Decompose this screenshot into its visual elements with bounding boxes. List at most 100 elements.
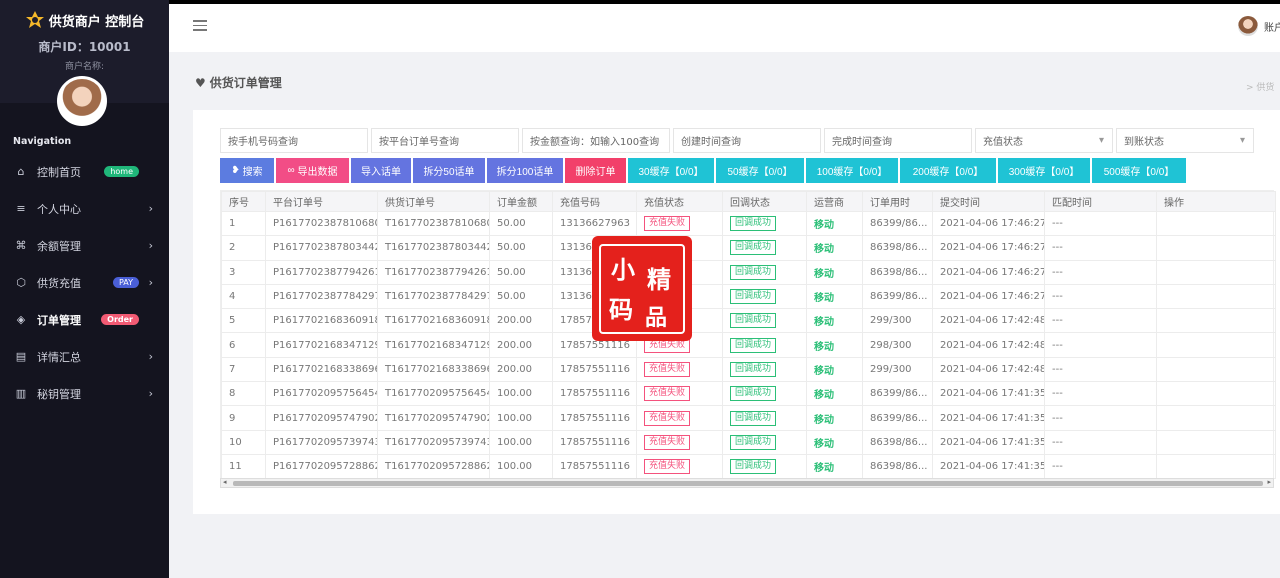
sidebar-item-summary[interactable]: ▤ 详情汇总 › bbox=[0, 338, 169, 375]
column-header: 订单金额 bbox=[489, 191, 553, 212]
finished-time-input[interactable]: 完成时间查询 bbox=[824, 128, 972, 153]
user-menu[interactable]: 账户 bbox=[1238, 16, 1280, 36]
breadcrumb[interactable]: > 供货 bbox=[1246, 80, 1280, 93]
table-cell[interactable] bbox=[1156, 308, 1276, 334]
table-cell[interactable] bbox=[1156, 235, 1276, 261]
search-button[interactable]: ❥ 搜索 bbox=[220, 158, 274, 183]
table-cell[interactable] bbox=[1156, 332, 1276, 358]
delete-order-button[interactable]: 删除订单 bbox=[565, 158, 626, 183]
table-cell[interactable] bbox=[1156, 283, 1276, 310]
table-cell: 50.00 bbox=[489, 210, 553, 237]
split-50-button[interactable]: 拆分50话单 bbox=[413, 158, 485, 183]
stock-500-button[interactable]: 500缓存【0/0】 bbox=[1092, 158, 1186, 183]
sidebar-item-keys[interactable]: ▥ 秘钥管理 › bbox=[0, 375, 169, 412]
table-cell[interactable] bbox=[1156, 453, 1276, 480]
table-row[interactable]: 9 P1617702095747902 T1617702095747902 100.0… bbox=[221, 405, 1276, 431]
carrier-label: 移动 bbox=[814, 293, 834, 305]
scroll-right-icon[interactable]: ▸ bbox=[1267, 478, 1271, 486]
sidebar-nav: ⌂ 控制首页 home ≡ 个人中心 › ⌘ 余额管理 › ⬡ 供货充值 PAY… bbox=[0, 153, 169, 412]
avatar[interactable] bbox=[57, 76, 107, 126]
brand-title: 供货商户 控制台 bbox=[48, 14, 145, 30]
recharge-status-tag: 充值失败 bbox=[644, 459, 691, 475]
hamburger-menu-icon[interactable] bbox=[193, 20, 207, 32]
table-cell: --- bbox=[1044, 332, 1157, 358]
table-row[interactable]: 8 P1617702095756454 T1617702095756454 100.0… bbox=[221, 381, 1276, 407]
table-cell: 17857551116 bbox=[552, 453, 637, 480]
sidebar-item-profile[interactable]: ≡ 个人中心 › bbox=[0, 190, 169, 227]
stock-30-button[interactable]: 30缓存【0/0】 bbox=[628, 158, 714, 183]
horizontal-scrollbar[interactable]: ◂ ▸ bbox=[220, 478, 1274, 488]
stock-300-button[interactable]: 300缓存【0/0】 bbox=[998, 158, 1090, 183]
table-row[interactable]: 11 P1617702095728862 T1617702095728862 100.… bbox=[221, 453, 1276, 480]
book-icon: ▤ bbox=[15, 350, 27, 363]
callback-status-tag: 回调成功 bbox=[730, 410, 777, 426]
platform-order-search-input[interactable]: 按平台订单号查询 bbox=[371, 128, 519, 153]
table-cell: 100.00 bbox=[489, 429, 553, 455]
table-cell[interactable] bbox=[1156, 210, 1276, 237]
callback-status-tag: 回调成功 bbox=[730, 289, 777, 305]
table-cell: 299/300 bbox=[862, 308, 933, 334]
amount-search-input[interactable]: 按金额查询：如输入100查询 bbox=[522, 128, 670, 153]
table-cell[interactable] bbox=[1156, 405, 1276, 431]
sidebar-item-orders[interactable]: ◈ 订单管理 Order bbox=[0, 301, 169, 338]
table-cell: --- bbox=[1044, 283, 1157, 310]
sidebar-item-balance[interactable]: ⌘ 余额管理 › bbox=[0, 227, 169, 264]
table-cell: P1617702095756454 bbox=[265, 381, 378, 407]
table-row[interactable]: 5 P1617702168360918 T1617702168360918 200.0… bbox=[221, 308, 1276, 334]
table-row[interactable]: 6 P1617702168347129 T1617702168347129 200.0… bbox=[221, 332, 1276, 358]
sidebar-item-label: 个人中心 bbox=[37, 202, 81, 216]
table-row[interactable]: 7 P1617702168338696 T1617702168338696 200.0… bbox=[221, 356, 1276, 383]
sidebar-item-home[interactable]: ⌂ 控制首页 home bbox=[0, 153, 169, 190]
table-cell: 200.00 bbox=[489, 332, 553, 358]
brand[interactable]: 供货商户 控制台 bbox=[0, 10, 169, 30]
scrollbar-thumb[interactable] bbox=[233, 481, 1263, 486]
topbar: 账户 bbox=[169, 4, 1280, 52]
recharge-status-tag: 充值失败 bbox=[644, 386, 691, 402]
table-cell: --- bbox=[1044, 356, 1157, 383]
orders-table: 序号 平台订单号 供货订单号 订单金额 充值号码 充值状态 回调状态 运营商 订… bbox=[221, 191, 1276, 480]
split-100-button[interactable]: 拆分100话单 bbox=[487, 158, 563, 183]
table-cell: 17857551116 bbox=[552, 405, 637, 431]
table-cell: 86399/86... bbox=[862, 405, 933, 431]
stock-50-button[interactable]: 50缓存【0/0】 bbox=[716, 158, 804, 183]
table-cell: 回调成功 bbox=[722, 332, 807, 358]
action-bar: ❥ 搜索 ∞ 导出数据 导入话单 拆分50话单 拆分100话单 删除订单 30缓… bbox=[220, 158, 1186, 183]
table-row[interactable]: 2 P1617702387803442 T1617702387803442 50.00… bbox=[221, 235, 1276, 261]
table-row[interactable]: 4 P1617702387784297 T1617702387784297 50.00… bbox=[221, 283, 1276, 310]
export-button[interactable]: ∞ 导出数据 bbox=[276, 158, 349, 183]
table-cell[interactable] bbox=[1156, 356, 1276, 383]
table-cell: 86398/86... bbox=[862, 235, 933, 261]
table-cell: 13136627963 bbox=[552, 210, 637, 237]
recharge-status-select[interactable]: 充值状态 bbox=[975, 128, 1113, 153]
phone-search-input[interactable]: 按手机号码查询 bbox=[220, 128, 368, 153]
stock-200-button[interactable]: 200缓存【0/0】 bbox=[900, 158, 996, 183]
stock-100-button[interactable]: 100缓存【0/0】 bbox=[806, 158, 898, 183]
account-status-select[interactable]: 到账状态 bbox=[1116, 128, 1254, 153]
column-header: 充值号码 bbox=[552, 191, 637, 212]
nav-heading: Navigation bbox=[13, 136, 72, 147]
table-cell: 5 bbox=[221, 308, 266, 334]
sidebar-item-label: 详情汇总 bbox=[37, 350, 81, 364]
column-header: 回调状态 bbox=[722, 191, 807, 212]
table-row[interactable]: 1 P1617702387810680 T1617702387810680 50.00… bbox=[221, 210, 1276, 237]
table-cell[interactable] bbox=[1156, 429, 1276, 455]
table-cell[interactable] bbox=[1156, 259, 1276, 285]
table-cell: T1617702387794261 bbox=[377, 259, 490, 285]
import-button[interactable]: 导入话单 bbox=[351, 158, 411, 183]
created-time-input[interactable]: 创建时间查询 bbox=[673, 128, 821, 153]
table-cell: 移动 bbox=[806, 453, 863, 480]
table-row[interactable]: 10 P1617702095739743 T1617702095739743 100.… bbox=[221, 429, 1276, 455]
filter-bar: 按手机号码查询 按平台订单号查询 按金额查询：如输入100查询 创建时间查询 完… bbox=[220, 128, 1254, 153]
recharge-status-tag: 充值失败 bbox=[644, 410, 691, 426]
table-row[interactable]: 3 P1617702387794261 T1617702387794261 50.00… bbox=[221, 259, 1276, 285]
table-cell[interactable] bbox=[1156, 381, 1276, 407]
table-body: 1 P1617702387810680 T1617702387810680 50.00… bbox=[221, 210, 1276, 480]
recharge-status-tag: 充值失败 bbox=[644, 434, 691, 450]
page-title-text: 供货订单管理 bbox=[209, 76, 282, 90]
box-icon: ⬡ bbox=[16, 276, 26, 289]
table-cell: 1 bbox=[221, 210, 266, 237]
scroll-left-icon[interactable]: ◂ bbox=[223, 478, 227, 486]
chevron-right-icon: › bbox=[148, 276, 153, 289]
sidebar-item-recharge[interactable]: ⬡ 供货充值 PAY › bbox=[0, 264, 169, 301]
watermark-stamp: 小 精 码 品 bbox=[592, 236, 692, 341]
